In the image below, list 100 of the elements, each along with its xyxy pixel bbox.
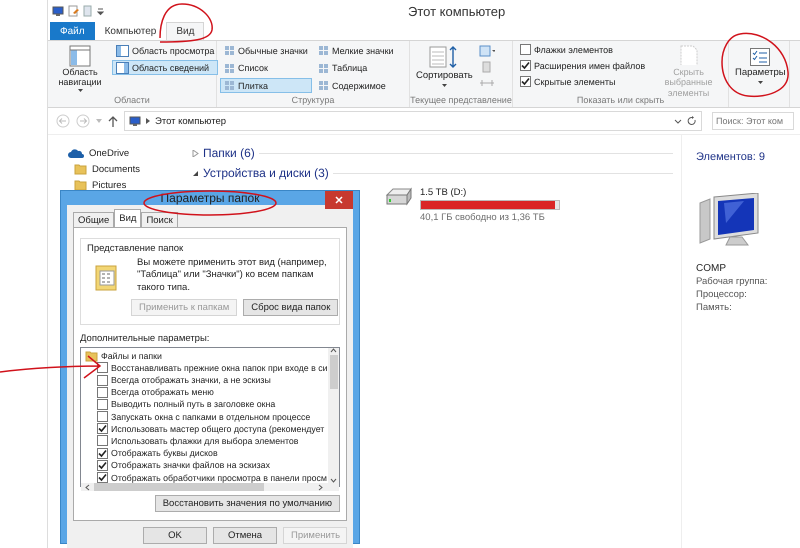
cloud-icon <box>68 148 84 158</box>
property-label: Память: <box>696 302 733 313</box>
view-option[interactable]: Список <box>220 60 312 76</box>
dialog-button[interactable]: Сброс вида папок <box>243 299 338 316</box>
chevron-up-icon <box>330 348 337 354</box>
dialog-tab[interactable]: Поиск <box>141 212 178 227</box>
checkbox[interactable] <box>520 44 531 55</box>
computer-icon <box>129 116 141 126</box>
checkbox-label: Расширения имен файлов <box>534 60 646 70</box>
folder-icon <box>85 350 98 362</box>
dialog-title: Параметры папок <box>160 191 260 205</box>
option-label: Всегда отображать меню <box>111 387 214 398</box>
checkbox[interactable] <box>97 448 108 459</box>
option-label: Отображать значки файлов на эскизах <box>111 460 270 470</box>
description-text: Вы можете применить этот вид (например, "Таблица" или "Значки") ко всем папкам такого типа. <box>137 257 328 294</box>
group-label: Текущее представление <box>410 95 512 107</box>
view-option[interactable]: Таблица <box>314 60 406 76</box>
checkbox[interactable] <box>520 76 531 87</box>
option-label: Использовать мастер общего доступа (рекомендует <box>111 424 324 434</box>
ribbon-tab[interactable]: Файл <box>50 22 95 40</box>
view-option[interactable]: Мелкие значки <box>314 43 406 58</box>
group-header[interactable]: Устройства и диски (3) <box>203 166 329 180</box>
view-icon <box>318 80 329 92</box>
dialog-button[interactable]: OK <box>143 527 207 544</box>
computer-icon[interactable] <box>52 6 64 16</box>
hard-drive-icon <box>384 187 414 207</box>
navigation-pane-button[interactable]: Область навигации <box>51 43 109 95</box>
pane-button[interactable]: Область сведений <box>112 60 218 75</box>
options-button[interactable]: Параметры <box>732 43 789 95</box>
sort-icon <box>429 45 460 69</box>
view-icon <box>224 80 235 92</box>
checkbox[interactable] <box>97 374 108 386</box>
checkbox[interactable] <box>97 472 108 483</box>
group-label: Структура <box>290 95 336 107</box>
item-count: Элементов: 9 <box>696 151 766 163</box>
checkbox[interactable] <box>97 362 108 374</box>
restore-defaults-button[interactable]: Восстановить значения по умолчанию <box>154 495 340 512</box>
checkbox-label: Скрытые элементы <box>534 76 616 86</box>
view-option[interactable]: Плитка <box>220 78 312 94</box>
page-icon <box>678 45 699 65</box>
up-arrow-icon[interactable] <box>108 115 118 127</box>
checkbox-label: Флажки элементов <box>534 44 613 54</box>
close-icon <box>335 196 343 204</box>
checkbox[interactable] <box>97 398 108 410</box>
chevron-down-icon <box>330 478 337 484</box>
dialog-tab[interactable]: Вид <box>114 209 142 227</box>
pane-icon <box>116 44 129 56</box>
address-bar[interactable]: Этот компьютер <box>124 111 702 131</box>
nav-item[interactable]: Pictures <box>68 179 186 191</box>
free-space: 40,1 ГБ свободно из 1,36 ТБ <box>420 212 546 223</box>
section-label: Представление папок <box>87 243 184 254</box>
computer-name: COMP <box>696 263 727 274</box>
sort-button[interactable]: Сортировать <box>413 43 476 95</box>
checkbox[interactable] <box>97 423 108 434</box>
close-button[interactable] <box>325 191 353 209</box>
pane-icon <box>116 62 129 74</box>
checkbox[interactable] <box>97 386 108 398</box>
pane-button[interactable]: Область просмотра <box>112 43 218 58</box>
view-icon <box>318 62 329 74</box>
dialog-tab[interactable]: Общие <box>73 212 114 227</box>
property-label: Рабочая группа: <box>696 276 768 287</box>
caret-icon <box>442 84 447 87</box>
collapsed-arrow-icon[interactable] <box>192 150 199 156</box>
window-title: Этот компьютер <box>408 4 506 19</box>
checkbox[interactable] <box>97 435 108 446</box>
ribbon-tab[interactable]: Компьютер <box>94 22 166 40</box>
property-label: Процессор: <box>696 289 748 300</box>
nav-item[interactable]: OneDrive <box>68 147 186 159</box>
option-label: Всегда отображать значки, а не эскизы <box>111 375 271 385</box>
search-field[interactable]: Поиск: Этот ком <box>712 112 794 130</box>
caret-icon <box>758 80 763 84</box>
dropdown-icon[interactable] <box>97 6 104 16</box>
group-header[interactable]: Папки (6) <box>203 146 255 160</box>
chevron-left-icon <box>85 484 90 491</box>
view-option[interactable]: Обычные значки <box>220 43 312 58</box>
option-label: Отображать буквы дисков <box>111 448 218 458</box>
refresh-icon <box>687 116 697 126</box>
checkbox[interactable] <box>97 460 108 471</box>
chevron-right-icon <box>318 484 323 491</box>
tree-folder: Файлы и папки <box>101 350 162 361</box>
view-icon <box>224 45 235 56</box>
checklist-icon <box>750 48 770 66</box>
view-icon <box>224 62 235 74</box>
pane-layout-icon <box>69 45 91 67</box>
option-label: Использовать флажки для выбора элементов <box>111 436 298 446</box>
dialog-button[interactable]: Отмена <box>213 527 277 544</box>
expanded-arrow-icon[interactable] <box>192 170 199 176</box>
option-label: Запускать окна с папками в отдельном процессе <box>111 412 310 422</box>
chevron-right-icon <box>146 118 150 124</box>
checkbox[interactable] <box>97 411 108 422</box>
caret-icon <box>78 88 82 92</box>
group-label: Показать или скрыть <box>576 95 666 107</box>
view-icon <box>318 45 329 56</box>
option-label: Выводить полный путь в заголовке окна <box>111 399 276 410</box>
ribbon-tab[interactable]: Вид <box>166 22 204 40</box>
nav-item[interactable]: Documents <box>68 163 186 175</box>
checkbox[interactable] <box>520 60 531 71</box>
view-option[interactable]: Содержимое <box>314 78 406 94</box>
drive-name: 1.5 TB (D:) <box>420 187 468 198</box>
option-label: Восстанавливать прежние окна папок при входе в си <box>111 362 328 373</box>
